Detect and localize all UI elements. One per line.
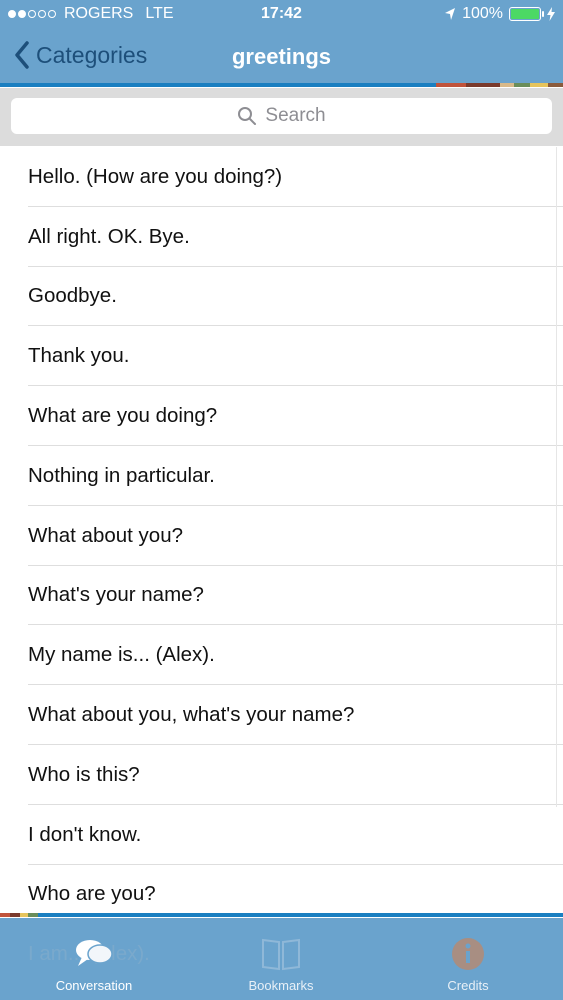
tab-credits-label: Credits [447, 978, 489, 993]
tab-conversation-label: Conversation [55, 978, 133, 993]
list-item-label: I don't know. [28, 822, 142, 846]
search-icon [238, 107, 257, 125]
location-arrow-icon [445, 8, 456, 20]
list-item[interactable]: What are you doing? [0, 386, 563, 446]
header: ROGERS LTE 17:42 100% Categories greetin… [0, 0, 563, 84]
list-item[interactable]: All right. OK. Bye. [0, 207, 563, 267]
tab-conversation[interactable]: Conversation [14, 936, 174, 993]
list-item[interactable]: What about you, what's your name? [0, 685, 563, 745]
navigation-bar: Categories greetings [0, 30, 563, 84]
tab-bookmarks[interactable]: Bookmarks [201, 936, 361, 993]
charging-bolt-icon [547, 7, 555, 21]
search-input[interactable]: Search [11, 98, 552, 134]
list-item-label: Who are you? [28, 882, 156, 906]
list-item-label: What about you? [28, 523, 183, 547]
list-item-label: Goodbye. [28, 284, 117, 308]
list-item[interactable]: What's your name? [0, 566, 563, 626]
speech-bubbles-icon [76, 940, 113, 966]
book-icon [262, 938, 300, 971]
list-item-label: My name is... (Alex). [28, 643, 215, 667]
list-item[interactable]: Nothing in particular. [0, 446, 563, 506]
list-item-label: What are you doing? [28, 404, 218, 428]
list-item-label: What about you, what's your name? [28, 703, 355, 727]
list-item-label: Who is this? [28, 762, 140, 786]
decorative-stripe-bottom [0, 913, 563, 917]
info-circle-icon [452, 938, 484, 970]
phrase-list: Hello. (How are you doing?) All right. O… [0, 147, 563, 915]
list-item[interactable]: Goodbye. [0, 267, 563, 327]
list-item-label: Nothing in particular. [28, 463, 215, 487]
list-item[interactable]: My name is... (Alex). [0, 625, 563, 685]
list-item[interactable]: I don't know. [0, 805, 563, 865]
list-item[interactable]: Who is this? [0, 745, 563, 805]
tab-credits[interactable]: Credits [388, 936, 548, 993]
decorative-stripe-top [0, 83, 563, 87]
list-item[interactable]: What about you? [0, 506, 563, 566]
list-item-label: Hello. (How are you doing?) [28, 164, 283, 188]
scroll-track [556, 147, 557, 807]
search-bar-container: Search [0, 88, 563, 146]
status-bar: ROGERS LTE 17:42 100% [0, 0, 563, 30]
list-item[interactable]: Hello. (How are you doing?) [0, 147, 563, 207]
battery-percent: 100% [462, 5, 503, 22]
list-item-label: All right. OK. Bye. [28, 224, 190, 248]
tab-bar: I am... (Alex). Conversation Bookmarks C… [0, 918, 563, 1000]
page-title: greetings [231, 44, 332, 69]
list-item-label: What's your name? [28, 583, 204, 607]
tab-bookmarks-label: Bookmarks [248, 978, 314, 993]
search-placeholder: Search [265, 105, 326, 126]
status-right: 100% [444, 5, 555, 23]
list-item[interactable]: Who are you? [0, 865, 563, 915]
list-item[interactable]: Thank you. [0, 326, 563, 386]
battery-icon [509, 7, 544, 21]
list-item-label: Thank you. [28, 344, 130, 368]
